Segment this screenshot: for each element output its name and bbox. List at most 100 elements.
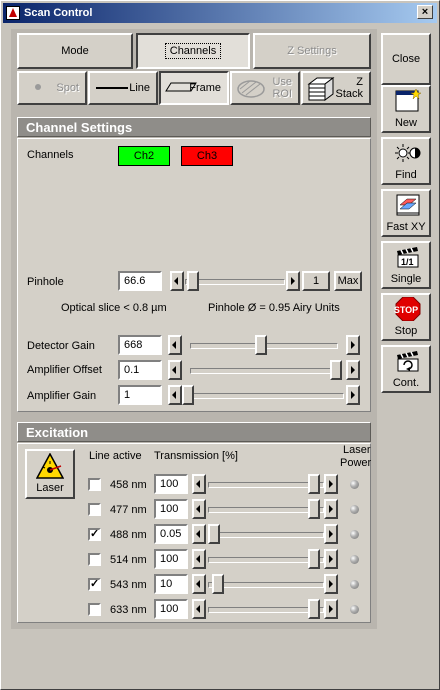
- detector-gain-decrease-button[interactable]: [168, 335, 182, 355]
- spot-label: Spot: [56, 82, 79, 94]
- transmission-field[interactable]: 100: [154, 599, 188, 619]
- transmission-slider[interactable]: [208, 524, 324, 544]
- transmission-value: 100: [160, 478, 179, 490]
- wavelength-label: 488 nm: [110, 529, 147, 541]
- spot-icon: [35, 84, 41, 90]
- laser-warning-icon: [36, 453, 64, 479]
- line-active-checkbox[interactable]: [88, 503, 101, 516]
- channel-ch3-button[interactable]: Ch3: [181, 146, 233, 166]
- transmission-slider-thumb[interactable]: [308, 599, 320, 619]
- detector-gain-slider[interactable]: [190, 335, 338, 355]
- pinhole-step-button[interactable]: 1: [302, 271, 330, 291]
- window-close-button[interactable]: ×: [417, 5, 433, 19]
- z-stack-button[interactable]: Z Stack: [301, 71, 371, 105]
- transmission-slider[interactable]: [208, 474, 324, 494]
- optical-slice-text: Optical slice < 0.8 µm: [61, 302, 167, 314]
- transmission-field[interactable]: 10: [154, 574, 188, 594]
- stop-button[interactable]: STOP Stop: [381, 293, 431, 341]
- use-roi-button: Use ROI: [230, 71, 300, 105]
- single-badge: 1/1: [401, 257, 414, 267]
- continuous-scan-clapper-icon: [397, 351, 419, 372]
- transmission-slider[interactable]: [208, 499, 324, 519]
- pinhole-slider[interactable]: [185, 271, 285, 291]
- spot-mode-button: Spot: [17, 71, 87, 105]
- pinhole-airy-text: Pinhole Ø = 0.95 Airy Units: [208, 302, 340, 314]
- amplifier-gain-label: Amplifier Gain: [27, 390, 97, 402]
- transmission-slider[interactable]: [208, 549, 324, 569]
- frame-mode-button[interactable]: Frame: [159, 71, 229, 105]
- tab-channels-label: Channels: [164, 43, 222, 59]
- transmission-decrease-button[interactable]: [192, 474, 206, 494]
- line-active-checkbox[interactable]: [88, 603, 101, 616]
- transmission-increase-button[interactable]: [324, 474, 338, 494]
- amplifier-offset-increase-button[interactable]: [346, 360, 360, 380]
- line-icon: [96, 87, 128, 89]
- channel-settings-header: Channel Settings: [17, 117, 371, 137]
- find-button[interactable]: Find: [381, 137, 431, 185]
- detector-gain-slider-thumb[interactable]: [255, 335, 267, 355]
- amplifier-gain-increase-button[interactable]: [346, 385, 360, 405]
- line-active-checkbox[interactable]: ✓: [88, 528, 101, 541]
- detector-gain-field[interactable]: 668: [118, 335, 162, 355]
- close-button[interactable]: Close: [381, 33, 431, 85]
- transmission-decrease-button[interactable]: [192, 524, 206, 544]
- transmission-field[interactable]: 100: [154, 499, 188, 519]
- detector-gain-increase-button[interactable]: [346, 335, 360, 355]
- transmission-decrease-button[interactable]: [192, 499, 206, 519]
- transmission-decrease-button[interactable]: [192, 574, 206, 594]
- laser-power-column-header-1: Laser: [343, 444, 371, 456]
- transmission-field[interactable]: 100: [154, 474, 188, 494]
- transmission-slider-thumb[interactable]: [208, 524, 220, 544]
- transmission-slider-thumb[interactable]: [308, 549, 320, 569]
- amplifier-gain-field[interactable]: 1: [118, 385, 162, 405]
- line-active-checkbox[interactable]: [88, 553, 101, 566]
- pinhole-slider-thumb[interactable]: [187, 271, 199, 291]
- amplifier-offset-slider[interactable]: [190, 360, 342, 380]
- transmission-field[interactable]: 0.05: [154, 524, 188, 544]
- line-active-checkbox[interactable]: ✓: [88, 578, 101, 591]
- new-button[interactable]: New: [381, 85, 431, 133]
- transmission-slider[interactable]: [208, 574, 324, 594]
- transmission-value: 100: [160, 553, 179, 565]
- transmission-slider[interactable]: [208, 599, 324, 619]
- line-active-checkbox[interactable]: [88, 478, 101, 491]
- transmission-increase-button[interactable]: [324, 574, 338, 594]
- pinhole-step-label: 1: [312, 275, 320, 287]
- transmission-decrease-button[interactable]: [192, 549, 206, 569]
- laser-power-indicator: [350, 480, 359, 489]
- use-roi-label-2: ROI: [272, 88, 292, 100]
- amplifier-offset-slider-thumb[interactable]: [330, 360, 342, 380]
- laser-power-indicator: [350, 580, 359, 589]
- amplifier-offset-decrease-button[interactable]: [168, 360, 182, 380]
- pinhole-decrease-button[interactable]: [170, 271, 184, 291]
- transmission-decrease-button[interactable]: [192, 599, 206, 619]
- amplifier-gain-slider-thumb[interactable]: [182, 385, 194, 405]
- pinhole-increase-button[interactable]: [286, 271, 300, 291]
- amplifier-gain-slider[interactable]: [182, 385, 344, 405]
- tab-z-settings-label: Z Settings: [287, 45, 337, 57]
- line-mode-button[interactable]: Line: [88, 71, 158, 105]
- excitation-title: Excitation: [26, 425, 89, 440]
- amplifier-gain-decrease-button[interactable]: [168, 385, 182, 405]
- channel-ch2-button[interactable]: Ch2: [118, 146, 170, 166]
- single-button[interactable]: 1/1 Single: [381, 241, 431, 289]
- transmission-increase-button[interactable]: [324, 599, 338, 619]
- transmission-increase-button[interactable]: [324, 499, 338, 519]
- pinhole-value-field[interactable]: 66.6: [118, 271, 162, 291]
- pinhole-max-button[interactable]: Max: [334, 271, 362, 291]
- wavelength-label: 514 nm: [110, 554, 147, 566]
- transmission-increase-button[interactable]: [324, 524, 338, 544]
- transmission-slider-thumb[interactable]: [308, 474, 320, 494]
- amplifier-offset-field[interactable]: 0.1: [118, 360, 162, 380]
- transmission-slider-thumb[interactable]: [212, 574, 224, 594]
- find-brightness-icon: [395, 144, 421, 162]
- tab-mode[interactable]: Mode: [17, 33, 133, 69]
- transmission-increase-button[interactable]: [324, 549, 338, 569]
- laser-button[interactable]: Laser: [25, 449, 75, 499]
- transmission-slider-thumb[interactable]: [308, 499, 320, 519]
- tab-channels[interactable]: Channels: [136, 33, 250, 69]
- continuous-button[interactable]: Cont.: [381, 345, 431, 393]
- amplifier-gain-value: 1: [124, 389, 131, 401]
- transmission-field[interactable]: 100: [154, 549, 188, 569]
- fast-xy-button[interactable]: Fast XY: [381, 189, 431, 237]
